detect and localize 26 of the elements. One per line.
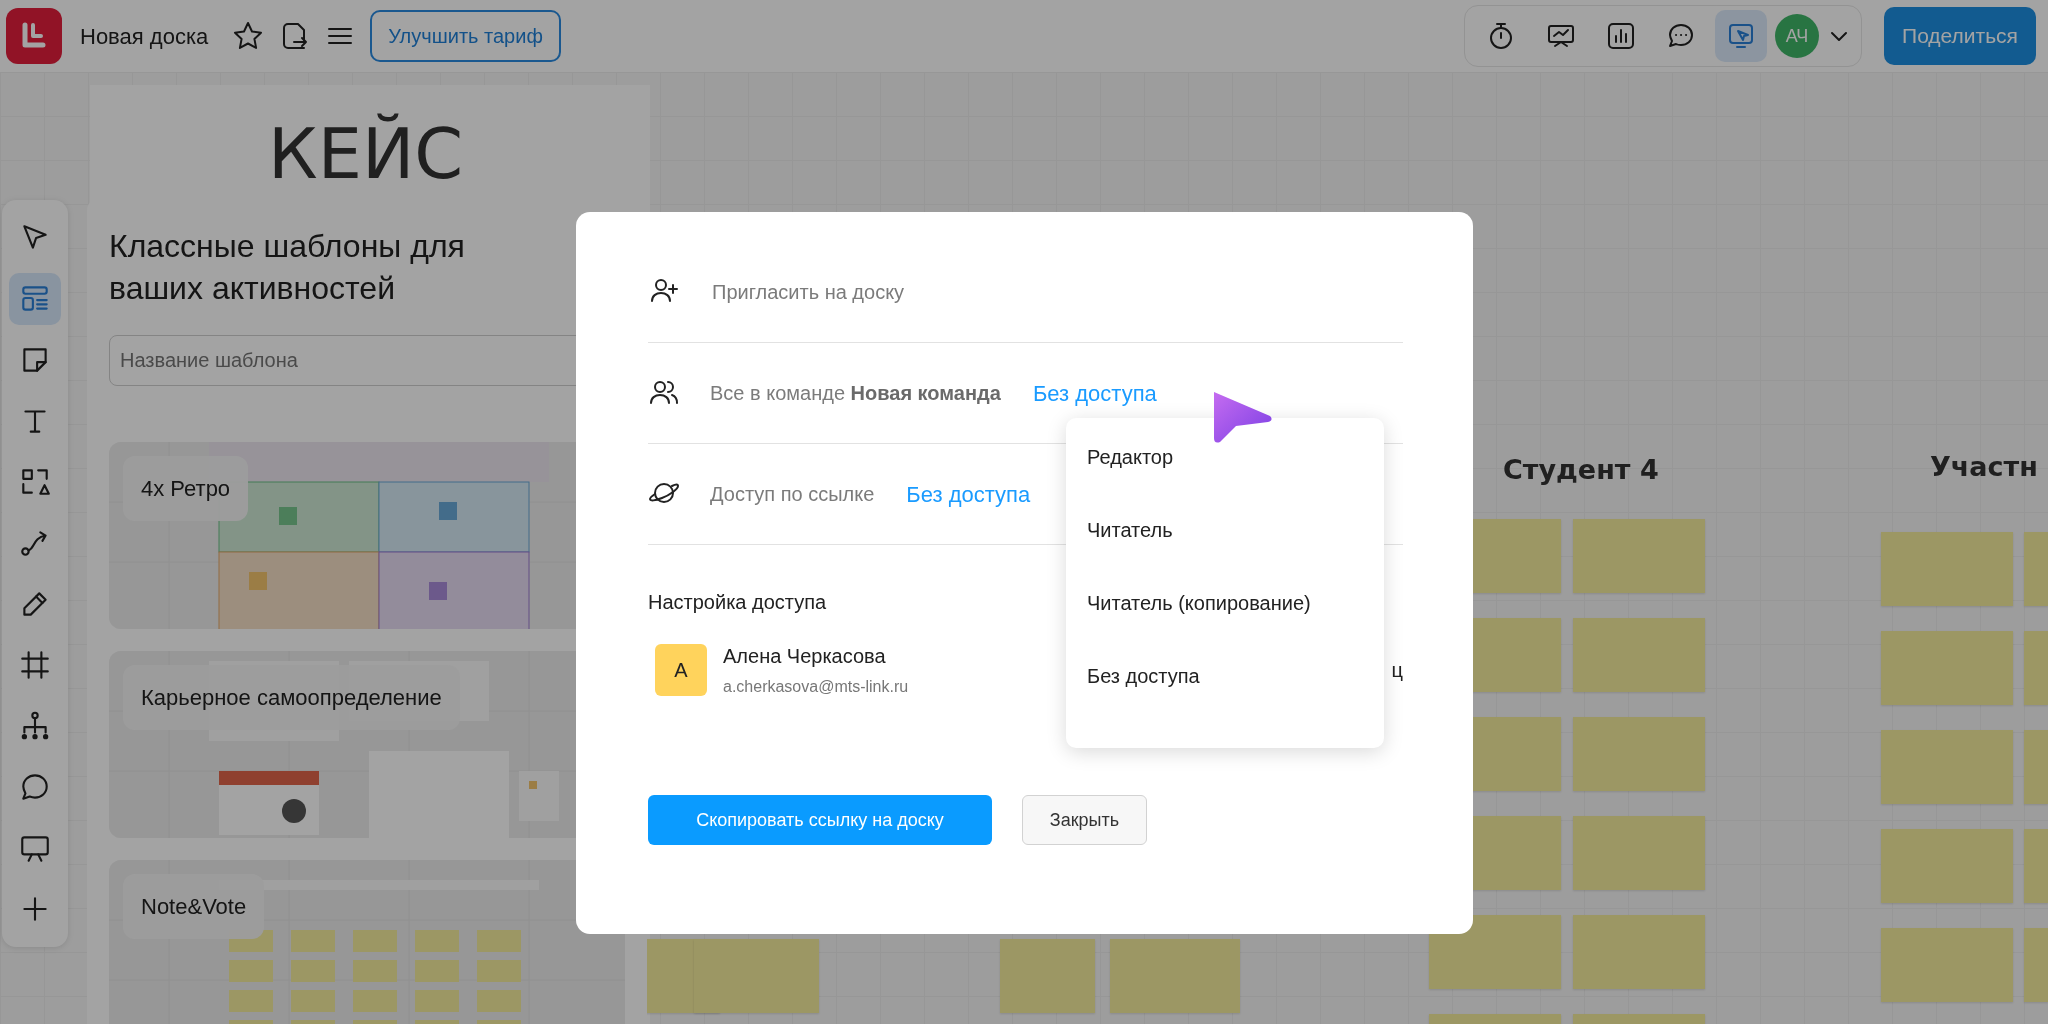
member-role[interactable]: ц [1391, 655, 1403, 685]
template-label: Карьерное самоопределение [123, 665, 460, 730]
column-header: Студент 4 [1503, 453, 1659, 487]
menu-item[interactable]: Редактор [1066, 442, 1384, 515]
frame-title: КЕЙС [268, 112, 464, 197]
board-title[interactable]: Новая доска [80, 19, 209, 53]
templates-tool[interactable] [9, 273, 61, 325]
menu-item[interactable]: Читатель [1066, 515, 1384, 588]
menu-item[interactable]: Читатель (копирование) [1066, 588, 1384, 661]
star-icon[interactable] [232, 20, 265, 52]
column-header: Участн [1930, 450, 2038, 484]
follow-button[interactable] [1715, 10, 1768, 62]
panel-title: Классные шаблоны для ваших активностей [109, 227, 466, 308]
template-label: 4x Ретро [123, 456, 249, 521]
member-name: Алена Черкасова [723, 644, 887, 669]
team-access-text: Все в команде Новая команда [710, 381, 1001, 406]
member-avatar: А [655, 644, 707, 696]
frame-icon [18, 648, 52, 682]
sticky-note[interactable] [1429, 915, 1561, 989]
member-email: a.cherkasova@mts-link.ru [723, 677, 909, 697]
menu-item[interactable]: Без доступа [1066, 661, 1384, 734]
template-label: Note&Vote [123, 874, 265, 939]
link-access-label: Доступ по ссылке [710, 482, 875, 507]
close-button[interactable]: Закрыть [1022, 795, 1147, 845]
app-logo[interactable] [6, 8, 62, 64]
section-title: Настройка доступа [648, 590, 827, 615]
